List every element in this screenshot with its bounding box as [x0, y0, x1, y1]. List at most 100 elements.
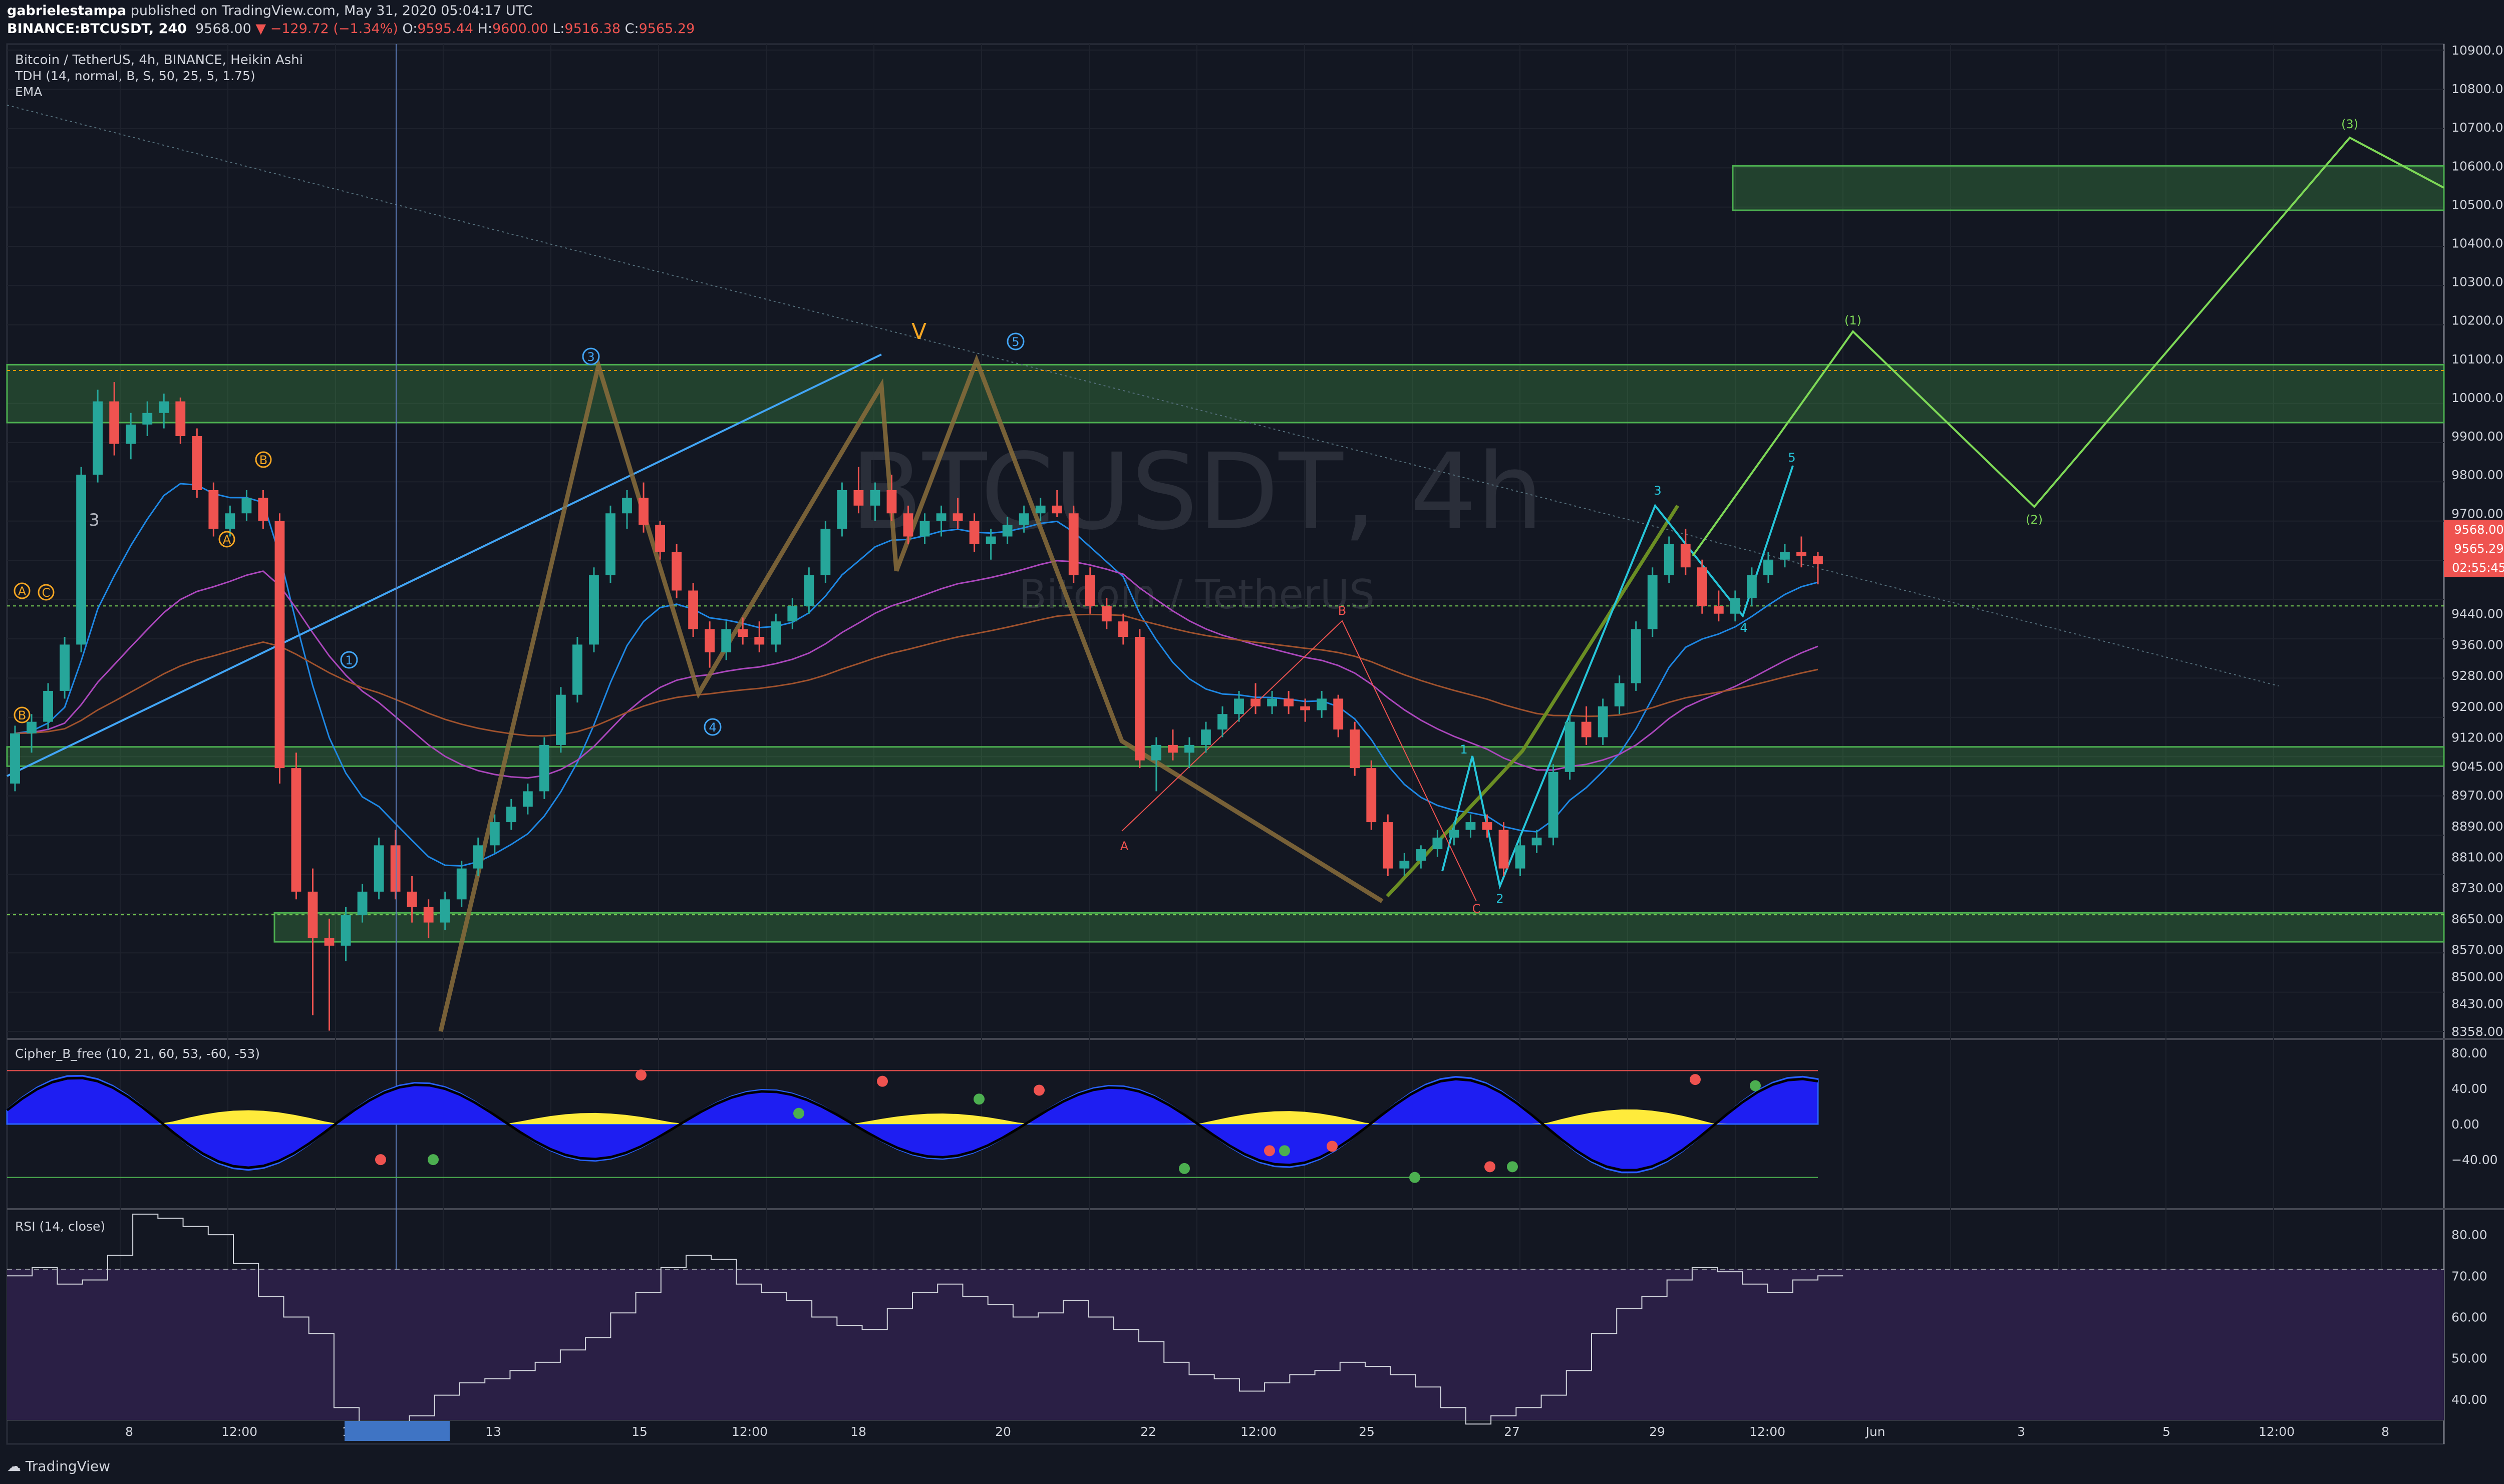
wave-label-a2: A — [223, 533, 231, 547]
candle-body — [60, 644, 70, 691]
price-tick-label: 9700.00 — [2451, 506, 2503, 521]
wave-label-4: 4 — [709, 720, 716, 734]
candle-body — [1250, 698, 1261, 706]
price-tick-label: 10700.00 — [2451, 120, 2504, 135]
candle-body — [1796, 552, 1806, 556]
zone-box — [6, 363, 2445, 424]
candle-body — [953, 513, 963, 521]
candle-body — [390, 845, 401, 892]
candle-body — [208, 490, 219, 529]
rsi-axis[interactable]: 80.00 70.00 60.00 50.00 40.00 — [2451, 1228, 2487, 1407]
candle-body — [1350, 729, 1360, 769]
price-tick-label: 10000.00 — [2451, 391, 2504, 405]
legend-ema[interactable]: EMA — [15, 85, 42, 99]
cipher-dot — [1507, 1161, 1518, 1173]
price-tick-label: 9440.00 — [2451, 607, 2503, 621]
last-price-tag-text: 9568.00 — [2454, 523, 2503, 537]
candle-body — [572, 644, 582, 695]
proj-label-1: (1) — [1844, 313, 1861, 327]
candle-body — [754, 636, 765, 645]
proj-label-2: (2) — [2026, 513, 2043, 527]
candle-body — [1284, 698, 1294, 706]
time-tick-label: 25 — [1359, 1424, 1375, 1439]
cipher-tick-label: 80.00 — [2451, 1046, 2487, 1060]
candle-body — [175, 401, 186, 437]
price-tick-label: 10400.00 — [2451, 236, 2504, 251]
price-tick-label: 10200.00 — [2451, 313, 2504, 328]
candle-body — [1763, 559, 1773, 575]
candle-body — [622, 498, 632, 514]
candle-body — [1201, 729, 1211, 745]
candle-body — [605, 513, 615, 575]
price-tick-label: 8650.00 — [2451, 912, 2503, 926]
time-tick-label: 12:00 — [2259, 1424, 2295, 1439]
tradingview-logo[interactable]: ☁ TradingView — [7, 1458, 110, 1474]
wave-small-3: 3 — [1654, 484, 1661, 498]
candle-body — [1432, 837, 1443, 850]
cipher-axis[interactable]: 80.00 40.00 0.00 −40.00 — [2451, 1046, 2498, 1167]
price-tick-label: 10100.00 — [2451, 352, 2504, 366]
proj-label-3: (3) — [2341, 117, 2358, 131]
candle-body — [341, 915, 351, 946]
candle-body — [225, 513, 235, 529]
price-tick-label: 10800.00 — [2451, 82, 2504, 96]
candle-body — [1482, 822, 1492, 830]
wave-label-b2: B — [259, 453, 267, 467]
candle-body — [1019, 513, 1029, 525]
candle-body — [374, 845, 384, 892]
cipher-title[interactable]: Cipher_B_free (10, 21, 60, 53, -60, -53) — [15, 1046, 260, 1061]
candle-body — [1052, 505, 1062, 514]
price-tick-label: 9900.00 — [2451, 429, 2503, 444]
candle-body — [241, 498, 252, 514]
candle-body — [820, 529, 831, 575]
candle-body — [705, 629, 715, 652]
wave-label-3: 3 — [587, 350, 594, 364]
cipher-dot — [1750, 1080, 1761, 1091]
candle-body — [1184, 745, 1194, 753]
time-tick-label: 5 — [2162, 1424, 2170, 1439]
candle-body — [1118, 621, 1128, 637]
time-tick-label: 20 — [995, 1424, 1011, 1439]
candle-body — [1713, 606, 1724, 614]
cipher-tick-label: 40.00 — [2451, 1081, 2487, 1096]
candle-body — [1664, 544, 1674, 575]
price-tick-label: 10900.00 — [2451, 43, 2504, 58]
candle-body — [440, 899, 450, 923]
rsi-tick-label: 60.00 — [2451, 1310, 2487, 1325]
cipher-dot — [1179, 1163, 1190, 1174]
candle-body — [936, 513, 947, 521]
brand-name: TradingView — [25, 1458, 111, 1474]
time-axis-cursor-box — [345, 1421, 450, 1441]
rsi-title[interactable]: RSI (14, close) — [15, 1219, 105, 1234]
chart-frame — [6, 43, 2445, 1445]
legend-tdh[interactable]: TDH (14, normal, B, S, 50, 25, 5, 1.75) — [15, 69, 255, 83]
wave-red-a: A — [1120, 839, 1129, 853]
time-tick-label: 3 — [2017, 1424, 2025, 1439]
wave-label-1: 1 — [345, 653, 353, 667]
price-tick-label: 9360.00 — [2451, 637, 2503, 652]
candle-body — [522, 791, 533, 807]
candle-body — [1531, 837, 1542, 846]
wave-label-a: A — [18, 584, 27, 598]
candle-body — [159, 401, 169, 413]
time-tick-label: 13 — [485, 1424, 501, 1439]
candle-body — [1068, 513, 1079, 575]
trading-chart[interactable]: BTCUSDT, 4h Bitcoin / TetherUS Bitcoin /… — [0, 0, 2504, 1484]
time-tick-label: 8 — [2381, 1424, 2389, 1439]
rsi-tick-label: 50.00 — [2451, 1351, 2487, 1366]
candle-body — [787, 606, 798, 622]
candle-body — [10, 733, 20, 784]
wave-label-misc3: 3 — [89, 510, 100, 530]
price-tick-label: 8730.00 — [2451, 881, 2503, 895]
rsi-tick-label: 40.00 — [2451, 1392, 2487, 1407]
countdown-tag-text: 02:55:45 — [2452, 561, 2504, 575]
candle-body — [506, 807, 516, 823]
candle-body — [27, 721, 37, 733]
candle-body — [1780, 552, 1790, 560]
candle-body — [986, 536, 996, 544]
candle-body — [274, 521, 285, 769]
cipher-tick-label: 0.00 — [2451, 1117, 2479, 1132]
cipher-tick-label: −40.00 — [2451, 1153, 2498, 1167]
candle-body — [1515, 845, 1525, 869]
candle-body — [1217, 714, 1227, 730]
